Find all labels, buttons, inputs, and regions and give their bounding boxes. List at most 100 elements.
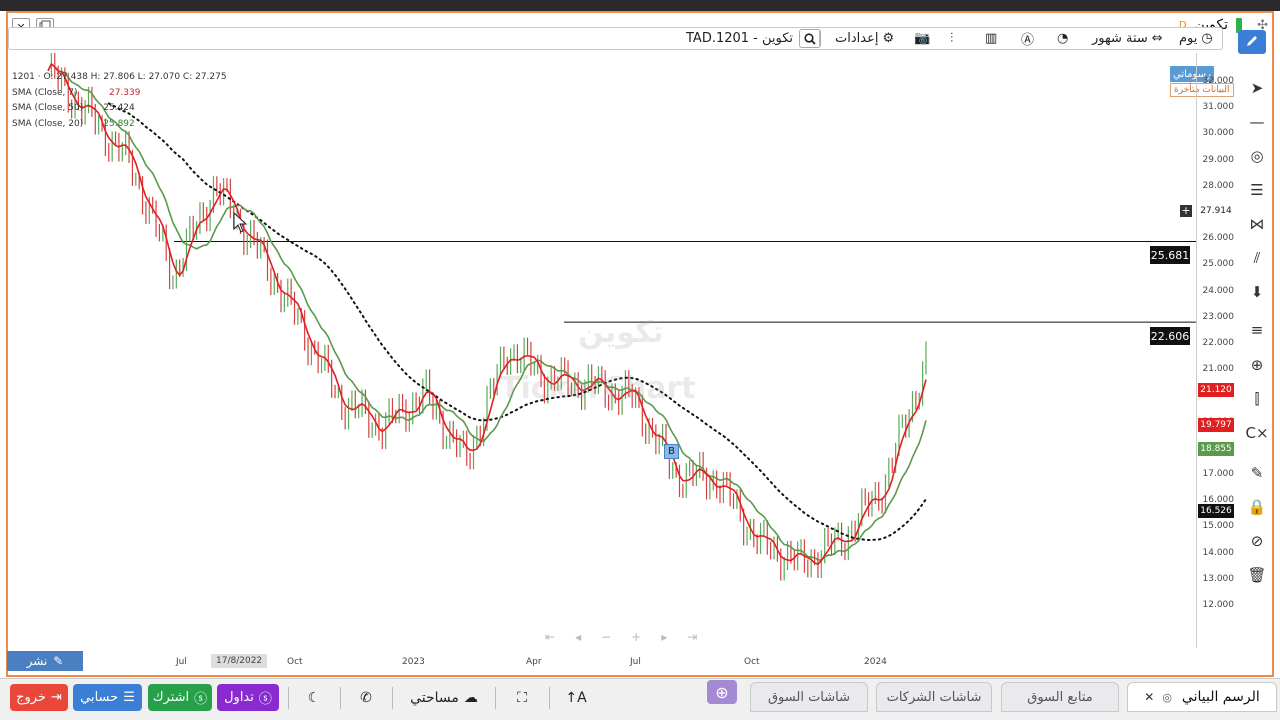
buy-signal-marker[interactable]: B: [664, 444, 679, 459]
candles-icon: ⫶: [950, 31, 954, 46]
price-chart[interactable]: تكوين TickerChart: [8, 53, 1196, 648]
dark-mode-icon[interactable]: ☾: [300, 684, 328, 711]
settings-button[interactable]: إعدادات ⚙: [835, 29, 894, 48]
last-icon[interactable]: ⇥: [687, 630, 697, 644]
date-tick: 2023: [402, 657, 425, 667]
price-tick: 24.000: [1202, 285, 1235, 296]
auto-scale-button[interactable]: Ⓐ: [1021, 29, 1034, 48]
first-icon[interactable]: ⇤: [545, 630, 555, 644]
bar-chart-icon: ▥: [985, 31, 998, 46]
camera-icon: 📷: [914, 31, 931, 46]
drawing-tools-panel: ➤ — ◎ ☰ ⋈ ⫽ ⬇ ≡ ⊕ ⫿ C× ✎ 🔒 ⊘ 🗑: [1240, 73, 1272, 593]
dollar-icon: ⓢ: [194, 692, 208, 707]
sma3-legend: SMA (Close, 20) 25.892: [12, 117, 227, 133]
price-tick: 32.000: [1202, 76, 1235, 86]
workspace-label: مساحتي: [410, 689, 459, 706]
drawing-mode-button[interactable]: [1238, 30, 1266, 54]
price-tick: 12.000: [1202, 600, 1235, 610]
interval-label: يوم: [1179, 31, 1198, 46]
sma2-legend: SMA (Close, 50) 25.424: [12, 101, 227, 117]
price-axis[interactable]: 32.00031.00030.00029.00028.00027.00026.0…: [1196, 53, 1238, 648]
auto-icon: Ⓐ: [1021, 33, 1035, 48]
price-tick: 29.000: [1202, 154, 1235, 165]
compare-button[interactable]: ◔: [1057, 29, 1068, 48]
date-tick: Jul: [630, 657, 641, 667]
circle-tool-icon[interactable]: ◎: [1246, 145, 1268, 167]
interval-selector[interactable]: يوم ◷: [1179, 29, 1213, 48]
search-icon[interactable]: [799, 29, 822, 48]
crosshair-price-label: 27.914: [1198, 204, 1234, 218]
symbol-search[interactable]: TAD.1201 - تكوين: [686, 29, 822, 48]
divider: [392, 687, 393, 709]
trade-button[interactable]: تداول ⓢ: [217, 684, 279, 711]
zoom-in-icon[interactable]: +: [631, 630, 641, 644]
chart-type-button[interactable]: ▥: [985, 29, 997, 48]
levels-icon[interactable]: ≡: [1246, 319, 1268, 341]
date-axis[interactable]: Jul 17/8/2022 Oct 2023 Apr Jul Oct 2024: [8, 652, 1196, 672]
fullscreen-icon[interactable]: ⛶: [507, 684, 537, 711]
level-label-lower[interactable]: 22.606: [1150, 327, 1190, 345]
crosshair-add-icon[interactable]: +: [1180, 205, 1192, 217]
price-tick: 31.000: [1202, 102, 1235, 113]
level-label-upper[interactable]: 25.681: [1150, 246, 1190, 264]
price-tick: 26.000: [1202, 233, 1235, 244]
price-tick: 30.000: [1202, 128, 1235, 139]
arrow-down-icon[interactable]: ⬇: [1246, 281, 1268, 303]
channel-icon[interactable]: ⫽: [1246, 247, 1268, 269]
tab-market-screens[interactable]: شاشات السوق: [750, 682, 868, 712]
indicators-button[interactable]: ⫶: [950, 29, 953, 48]
sma1-value: 27.339: [108, 87, 141, 98]
zoom-out-icon[interactable]: −: [601, 630, 611, 644]
chart-canvas[interactable]: [8, 53, 1196, 648]
bottom-bar: خروج ⇥ حسابي ☰ اشترك ⓢ تداول ⓢ ☾ ✆ مساحتي ☁ ⛶…: [0, 678, 1280, 720]
measure-icon[interactable]: ⫿: [1246, 388, 1268, 410]
price-tick: 17.000: [1202, 469, 1235, 479]
fibonacci-icon[interactable]: ☰: [1246, 179, 1268, 201]
sma3-value: 25.892: [103, 118, 135, 129]
close-tab-icon[interactable]: ✕: [1144, 690, 1154, 704]
period-selector[interactable]: ستة شهور ⇔: [1092, 29, 1163, 48]
brush-icon[interactable]: ✎: [1246, 462, 1268, 484]
share-button[interactable]: نشر ✎: [7, 651, 83, 671]
account-button[interactable]: حسابي ☰: [73, 684, 142, 711]
font-size-icon[interactable]: ↑A: [561, 684, 591, 711]
tab-chart[interactable]: ✕ ◎ الرسم البياني: [1127, 682, 1277, 712]
next-icon[interactable]: ▸: [661, 630, 667, 644]
sma1-legend: SMA (Close, 7) 27.339: [12, 86, 227, 102]
lock-icon[interactable]: 🔒: [1246, 496, 1268, 518]
sma-red-value-label: 19.797: [1198, 418, 1234, 432]
date-tick: 2024: [864, 657, 887, 667]
add-tab-button[interactable]: ⊕: [707, 680, 737, 704]
workspace-button[interactable]: مساحتي ☁: [404, 684, 484, 711]
menu-icon: ☰: [123, 690, 135, 705]
price-tick: 15.000: [1202, 521, 1235, 532]
clear-indicators-icon[interactable]: C×: [1245, 422, 1268, 444]
gear-icon: ⚙: [882, 31, 895, 46]
divider: [340, 687, 341, 709]
sma-green-value-label: 18.855: [1198, 442, 1234, 456]
price-tick: 28.000: [1202, 180, 1235, 191]
period-label: ستة شهور: [1092, 31, 1148, 46]
prev-icon[interactable]: ◂: [575, 630, 581, 644]
cursor-icon[interactable]: ➤: [1246, 77, 1268, 99]
screenshot-button[interactable]: 📷: [914, 29, 930, 48]
last-price-label: 21.120: [1198, 383, 1234, 397]
phone-icon[interactable]: ✆: [352, 684, 380, 711]
zoom-icon[interactable]: ⊕: [1246, 354, 1268, 376]
pattern-icon[interactable]: ⋈: [1246, 213, 1268, 235]
logout-button[interactable]: خروج ⇥: [10, 684, 68, 711]
subscribe-label: اشترك: [152, 690, 190, 705]
line-tool-icon[interactable]: —: [1246, 111, 1268, 133]
ohlc-text: 1201 · O: 27.438 H: 27.806 L: 27.070 C: …: [12, 72, 227, 82]
tab-market-watch[interactable]: متابع السوق: [1001, 682, 1119, 712]
tab-company-screens[interactable]: شاشات الشركات: [876, 682, 992, 712]
symbol-name[interactable]: TAD.1201 - تكوين: [686, 31, 793, 46]
subscribe-button[interactable]: اشترك ⓢ: [148, 684, 212, 711]
trash-icon[interactable]: 🗑: [1246, 564, 1268, 586]
sma1-label: SMA (Close, 7): [12, 87, 78, 98]
account-label: حسابي: [80, 690, 119, 705]
trade-label: تداول: [224, 690, 254, 705]
dollar-circle-icon: ⓢ: [258, 692, 272, 707]
hide-icon[interactable]: ⊘: [1246, 530, 1268, 552]
price-tick: 14.000: [1202, 547, 1235, 558]
